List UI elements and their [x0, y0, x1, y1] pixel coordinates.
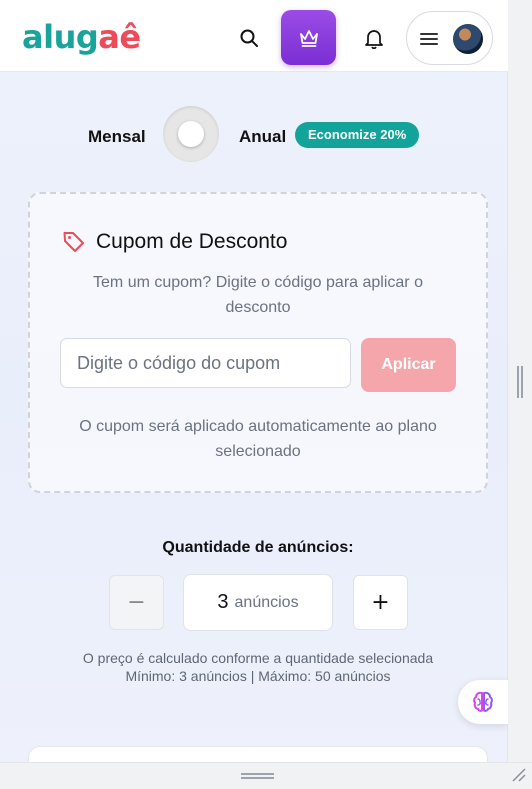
- search-button[interactable]: [235, 24, 263, 52]
- brain-icon: [473, 691, 493, 712]
- quantity-note: O preço é calculado conforme a quantidad…: [0, 649, 516, 685]
- logo-text-part1: alug: [22, 18, 99, 56]
- resize-corner-icon[interactable]: [509, 765, 529, 785]
- logo[interactable]: alugaê: [22, 14, 141, 54]
- quantity-note-line2: Mínimo: 3 anúncios | Máximo: 50 anúncios: [125, 668, 391, 684]
- bottom-drag-bar: [0, 762, 532, 789]
- page-content: alugaê Mensal Anual Economize 20% Cupom …: [0, 0, 508, 789]
- coupon-note: O cupom será aplicado automaticamente ao…: [79, 418, 437, 460]
- minus-icon: −: [127, 590, 146, 615]
- monthly-label[interactable]: Mensal: [88, 127, 146, 147]
- avatar: [453, 24, 483, 54]
- quantity-label: Quantidade de anúncios:: [162, 539, 354, 556]
- coupon-title: Cupom de Desconto: [96, 230, 288, 253]
- premium-button[interactable]: [281, 10, 336, 65]
- quantity-value: 3: [217, 591, 229, 613]
- quantity-unit: anúncios: [234, 593, 299, 611]
- annual-label[interactable]: Anual: [239, 127, 286, 147]
- apply-coupon-button[interactable]: Aplicar: [361, 338, 456, 392]
- vertical-resize-handle[interactable]: [517, 366, 523, 398]
- coupon-description: Tem um cupom? Digite o código para aplic…: [93, 274, 423, 316]
- coupon-code-input[interactable]: [60, 338, 351, 388]
- tag-icon: [63, 232, 84, 252]
- hamburger-menu-icon: [420, 33, 438, 45]
- decrement-button[interactable]: −: [109, 575, 164, 630]
- savings-badge: Economize 20%: [295, 122, 420, 148]
- user-menu-button[interactable]: [406, 11, 493, 65]
- horizontal-resize-handle[interactable]: [241, 773, 274, 779]
- logo-wordmark: alugaê: [22, 20, 141, 54]
- coupon-card: Cupom de Desconto Tem um cupom? Digite o…: [28, 192, 488, 493]
- increment-button[interactable]: +: [353, 575, 408, 630]
- quantity-display: 3 anúncios: [183, 574, 333, 631]
- crown-icon: [299, 29, 318, 47]
- notifications-button[interactable]: [360, 24, 388, 52]
- top-navigation-bar: alugaê: [0, 0, 508, 72]
- plus-icon: +: [371, 590, 390, 615]
- billing-period-selector: Mensal Anual Economize 20%: [0, 104, 508, 164]
- search-icon: [240, 29, 258, 47]
- toggle-knob: [178, 121, 204, 147]
- billing-toggle[interactable]: [163, 106, 219, 162]
- logo-text-part2: aê: [98, 18, 141, 56]
- assistant-button[interactable]: [458, 680, 508, 724]
- bell-icon: [365, 30, 383, 49]
- quantity-note-line1: O preço é calculado conforme a quantidad…: [82, 650, 434, 666]
- coupon-header: Cupom de Desconto: [62, 230, 287, 254]
